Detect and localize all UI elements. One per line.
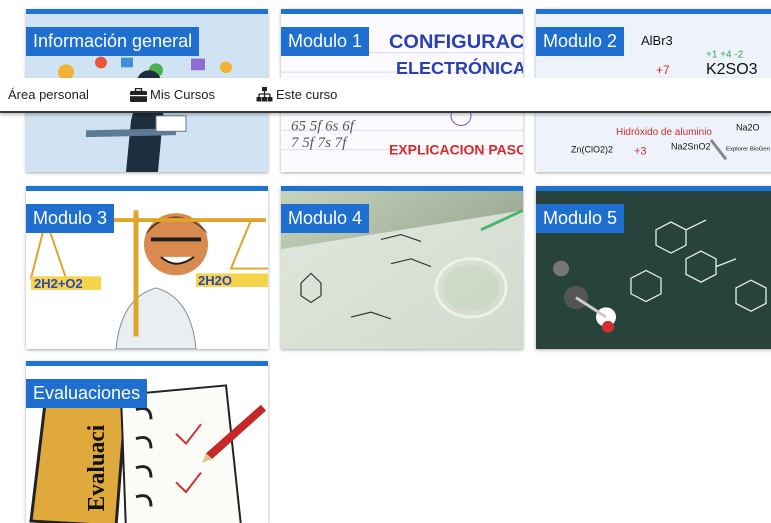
svg-text:2H2+O2: 2H2+O2 — [34, 276, 83, 291]
section-tile-evaluaciones[interactable]: Evaluaci Evaluaciones — [26, 361, 268, 523]
breadcrumb-home-link[interactable]: Área personal — [8, 87, 89, 102]
briefcase-icon — [130, 87, 147, 102]
svg-text:EXPLICACION PASO A PAS: EXPLICACION PASO A PAS — [389, 143, 523, 158]
section-title: Evaluaciones — [26, 379, 148, 408]
svg-text:+1 +4 -2: +1 +4 -2 — [706, 50, 743, 61]
breadcrumb-home-label: Área personal — [8, 87, 89, 102]
section-title: Información general — [26, 27, 200, 56]
section-tile-modulo-3[interactable]: 2H2+O2 2H2O Modulo 3 — [26, 186, 268, 349]
svg-text:K2SO3: K2SO3 — [706, 61, 758, 78]
svg-text:ELECTRÓNICA: ELECTRÓNICA — [396, 57, 523, 78]
svg-text:Hidróxido de aluminio: Hidróxido de aluminio — [616, 127, 713, 138]
svg-text:Na2SnO2: Na2SnO2 — [671, 142, 711, 152]
section-title: Modulo 5 — [536, 204, 625, 233]
svg-text:65 5f 6s 6f: 65 5f 6s 6f — [291, 119, 356, 135]
section-tile-modulo-5[interactable]: Modulo 5 — [536, 186, 771, 349]
svg-text:7 5f 7s 7f: 7 5f 7s 7f — [291, 135, 348, 151]
section-title: Modulo 1 — [281, 27, 370, 56]
breadcrumb-bar: Área personal Mis Cursos Este curso — [0, 78, 771, 113]
svg-text:+7: +7 — [656, 63, 670, 77]
svg-text:2H2O: 2H2O — [198, 273, 232, 288]
section-title: Modulo 2 — [536, 27, 625, 56]
section-title: Modulo 4 — [281, 204, 370, 233]
sitemap-icon — [256, 87, 273, 102]
section-tile-modulo-4[interactable]: Modulo 4 — [281, 186, 523, 349]
breadcrumb-courses-label: Mis Cursos — [150, 87, 216, 102]
breadcrumb-course-label: Este curso — [276, 87, 338, 102]
svg-text:Zn(ClO2)2: Zn(ClO2)2 — [571, 145, 613, 155]
svg-text:Na2O: Na2O — [736, 122, 760, 132]
breadcrumb-courses-link[interactable]: Mis Cursos — [130, 87, 215, 102]
svg-text:+3: +3 — [634, 146, 647, 158]
breadcrumb-course-link[interactable]: Este curso — [256, 87, 337, 102]
svg-text:Explorer BioGen: Explorer BioGen — [726, 147, 770, 153]
section-title: Modulo 3 — [26, 204, 115, 233]
svg-text:Evaluaci: Evaluaci — [84, 424, 110, 511]
svg-text:CONFIGURACIÓN: CONFIGURACIÓN — [389, 29, 523, 53]
svg-text:AlBr3: AlBr3 — [641, 33, 673, 48]
